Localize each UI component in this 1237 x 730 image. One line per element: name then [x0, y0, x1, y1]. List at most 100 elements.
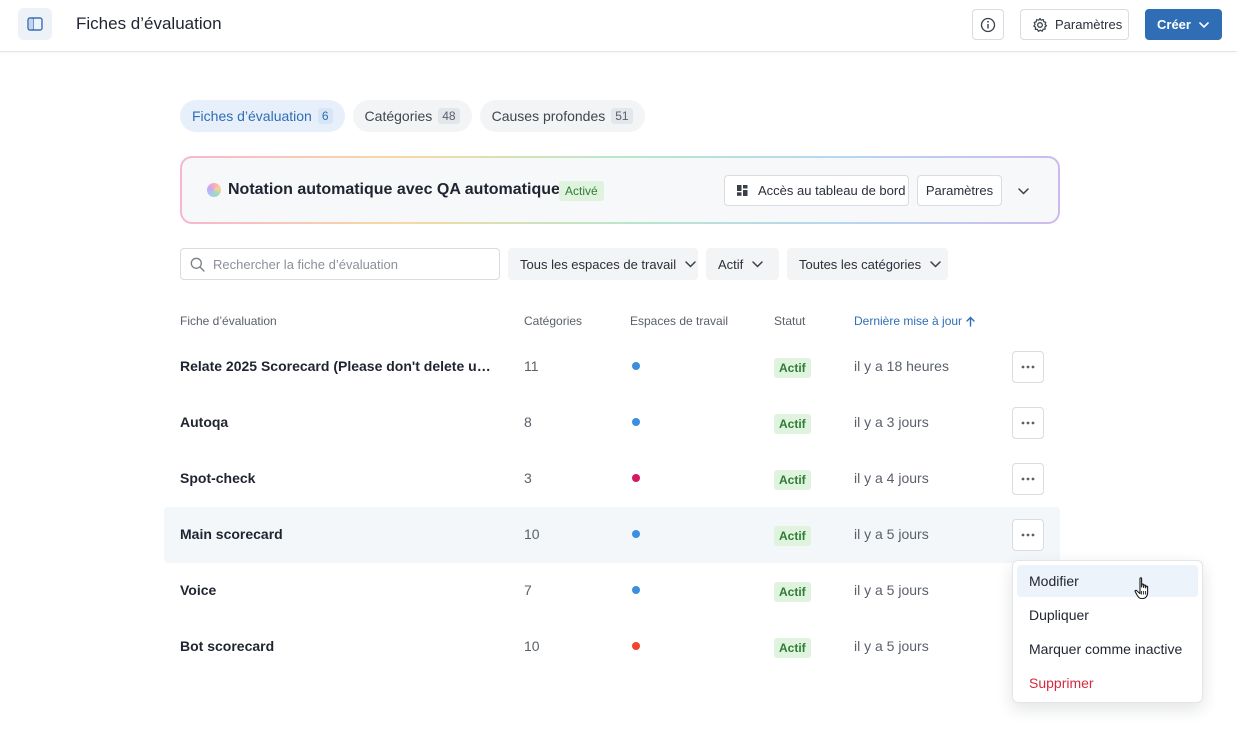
table-row[interactable]: Voice 7 Actif il y a 5 jours: [164, 563, 1060, 619]
banner-expand-button[interactable]: [1012, 180, 1034, 202]
dashboard-label: Accès au tableau de bord: [758, 183, 906, 198]
more-horizontal-icon: [1021, 421, 1035, 425]
dashboard-icon: [737, 185, 748, 196]
table-row[interactable]: Relate 2025 Scorecard (Please don't dele…: [164, 339, 1060, 395]
search-icon: [190, 257, 205, 272]
autoqa-banner: Notation automatique avec QA automatique…: [180, 156, 1060, 224]
last-updated: il y a 5 jours: [854, 582, 929, 598]
tab-categories[interactable]: Catégories 48: [352, 100, 472, 132]
chevron-down-icon: [1199, 21, 1209, 28]
more-horizontal-icon: [1021, 477, 1035, 481]
last-updated: il y a 18 heures: [854, 358, 949, 374]
info-button[interactable]: [972, 9, 1004, 40]
table-row[interactable]: Autoqa 8 Actif il y a 3 jours: [164, 395, 1060, 451]
menu-item-edit[interactable]: Modifier: [1017, 565, 1198, 597]
row-actions-button[interactable]: [1012, 463, 1044, 495]
column-header-name[interactable]: Fiche d’évaluation: [180, 314, 277, 328]
menu-item-delete[interactable]: Supprimer: [1017, 667, 1198, 699]
chevron-down-icon: [930, 260, 941, 268]
info-icon: [980, 17, 996, 32]
table-row[interactable]: Bot scorecard 10 Actif il y a 5 jours: [164, 619, 1060, 675]
category-count: 7: [524, 582, 532, 598]
category-count: 8: [524, 414, 532, 430]
status-badge: Actif: [774, 414, 811, 434]
column-header-workspaces[interactable]: Espaces de travail: [630, 314, 728, 328]
workspace-dot: [632, 362, 640, 370]
create-label: Créer: [1157, 17, 1191, 32]
menu-item-duplicate[interactable]: Dupliquer: [1017, 599, 1198, 631]
banner-title: Notation automatique avec QA automatique: [228, 181, 560, 198]
workspace-dot: [632, 418, 640, 426]
chevron-down-icon: [685, 260, 696, 268]
status-badge: Actif: [774, 526, 811, 546]
row-actions-button[interactable]: [1012, 519, 1044, 551]
last-updated: il y a 5 jours: [854, 638, 929, 654]
banner-settings-button[interactable]: Paramètres: [917, 175, 1002, 206]
workspace-dot: [632, 586, 640, 594]
status-badge: Actif: [774, 358, 811, 378]
scorecard-name[interactable]: Voice: [180, 582, 492, 598]
scorecard-name[interactable]: Main scorecard: [180, 526, 492, 542]
scorecard-name[interactable]: Spot-check: [180, 470, 492, 486]
tab-count: 48: [438, 108, 460, 124]
hand-cursor-icon: [1134, 577, 1149, 600]
tab-count: 51: [611, 108, 633, 124]
status-badge: Activé: [559, 181, 604, 201]
workspace-filter-label: Tous les espaces de travail: [520, 256, 677, 272]
last-updated: il y a 5 jours: [854, 526, 929, 542]
column-header-updated[interactable]: Dernière mise à jour: [854, 314, 975, 328]
category-count: 3: [524, 470, 532, 486]
autoqa-orb-icon: [207, 183, 221, 197]
gear-icon: [1033, 17, 1048, 32]
table-row[interactable]: Spot-check 3 Actif il y a 4 jours: [164, 451, 1060, 507]
scorecard-name[interactable]: Bot scorecard: [180, 638, 492, 654]
search-input[interactable]: [213, 249, 493, 279]
tab-count: 6: [317, 108, 333, 124]
search-box: [180, 248, 500, 280]
autoqa-banner-body: Notation automatique avec QA automatique…: [182, 158, 1058, 222]
status-badge: Actif: [774, 582, 811, 602]
status-filter[interactable]: Actif: [706, 248, 779, 280]
menu-item-deactivate[interactable]: Marquer comme inactive: [1017, 633, 1198, 665]
tab-root-causes[interactable]: Causes profondes 51: [479, 100, 645, 132]
category-count: 10: [524, 638, 540, 654]
more-horizontal-icon: [1021, 365, 1035, 369]
column-header-categories[interactable]: Catégories: [524, 314, 582, 328]
chevron-down-icon: [752, 260, 764, 268]
status-badge: Actif: [774, 470, 811, 490]
arrow-up-icon: [966, 316, 975, 327]
page-title: Fiches d’évaluation: [76, 14, 222, 33]
category-count: 10: [524, 526, 540, 542]
workspace-dot: [632, 474, 640, 482]
top-bar: Fiches d’évaluation Paramètres Créer: [0, 0, 1237, 52]
settings-label: Paramètres: [1055, 17, 1123, 32]
status-badge: Actif: [774, 638, 811, 658]
sidebar-icon: [27, 17, 43, 31]
scorecard-name[interactable]: Relate 2025 Scorecard (Please don't dele…: [180, 358, 492, 374]
scorecard-name[interactable]: Autoqa: [180, 414, 492, 430]
row-actions-button[interactable]: [1012, 351, 1044, 383]
create-button[interactable]: Créer: [1145, 9, 1222, 40]
row-actions-button[interactable]: [1012, 407, 1044, 439]
workspace-dot: [632, 642, 640, 650]
sidebar-toggle-button[interactable]: [18, 8, 52, 40]
table-row[interactable]: Main scorecard 10 Actif il y a 5 jours: [164, 507, 1060, 563]
dashboard-access-button[interactable]: Accès au tableau de bord: [724, 175, 909, 206]
workspace-filter[interactable]: Tous les espaces de travail: [508, 248, 698, 280]
tab-label: Causes profondes: [491, 108, 606, 124]
workspace-dot: [632, 530, 640, 538]
more-horizontal-icon: [1021, 533, 1035, 537]
category-filter[interactable]: Toutes les catégories: [787, 248, 948, 280]
settings-button[interactable]: Paramètres: [1020, 9, 1129, 40]
category-filter-label: Toutes les catégories: [799, 256, 922, 272]
column-header-updated-label: Dernière mise à jour: [854, 314, 963, 328]
tab-scorecards[interactable]: Fiches d’évaluation 6: [180, 100, 345, 132]
last-updated: il y a 3 jours: [854, 414, 929, 430]
tab-bar: Fiches d’évaluation 6 Catégories 48 Caus…: [180, 100, 645, 132]
row-actions-menu: Modifier Dupliquer Marquer comme inactiv…: [1012, 560, 1203, 703]
tab-label: Fiches d’évaluation: [192, 108, 312, 124]
column-header-status[interactable]: Statut: [774, 314, 805, 328]
tab-label: Catégories: [364, 108, 433, 124]
category-count: 11: [524, 358, 539, 374]
last-updated: il y a 4 jours: [854, 470, 929, 486]
